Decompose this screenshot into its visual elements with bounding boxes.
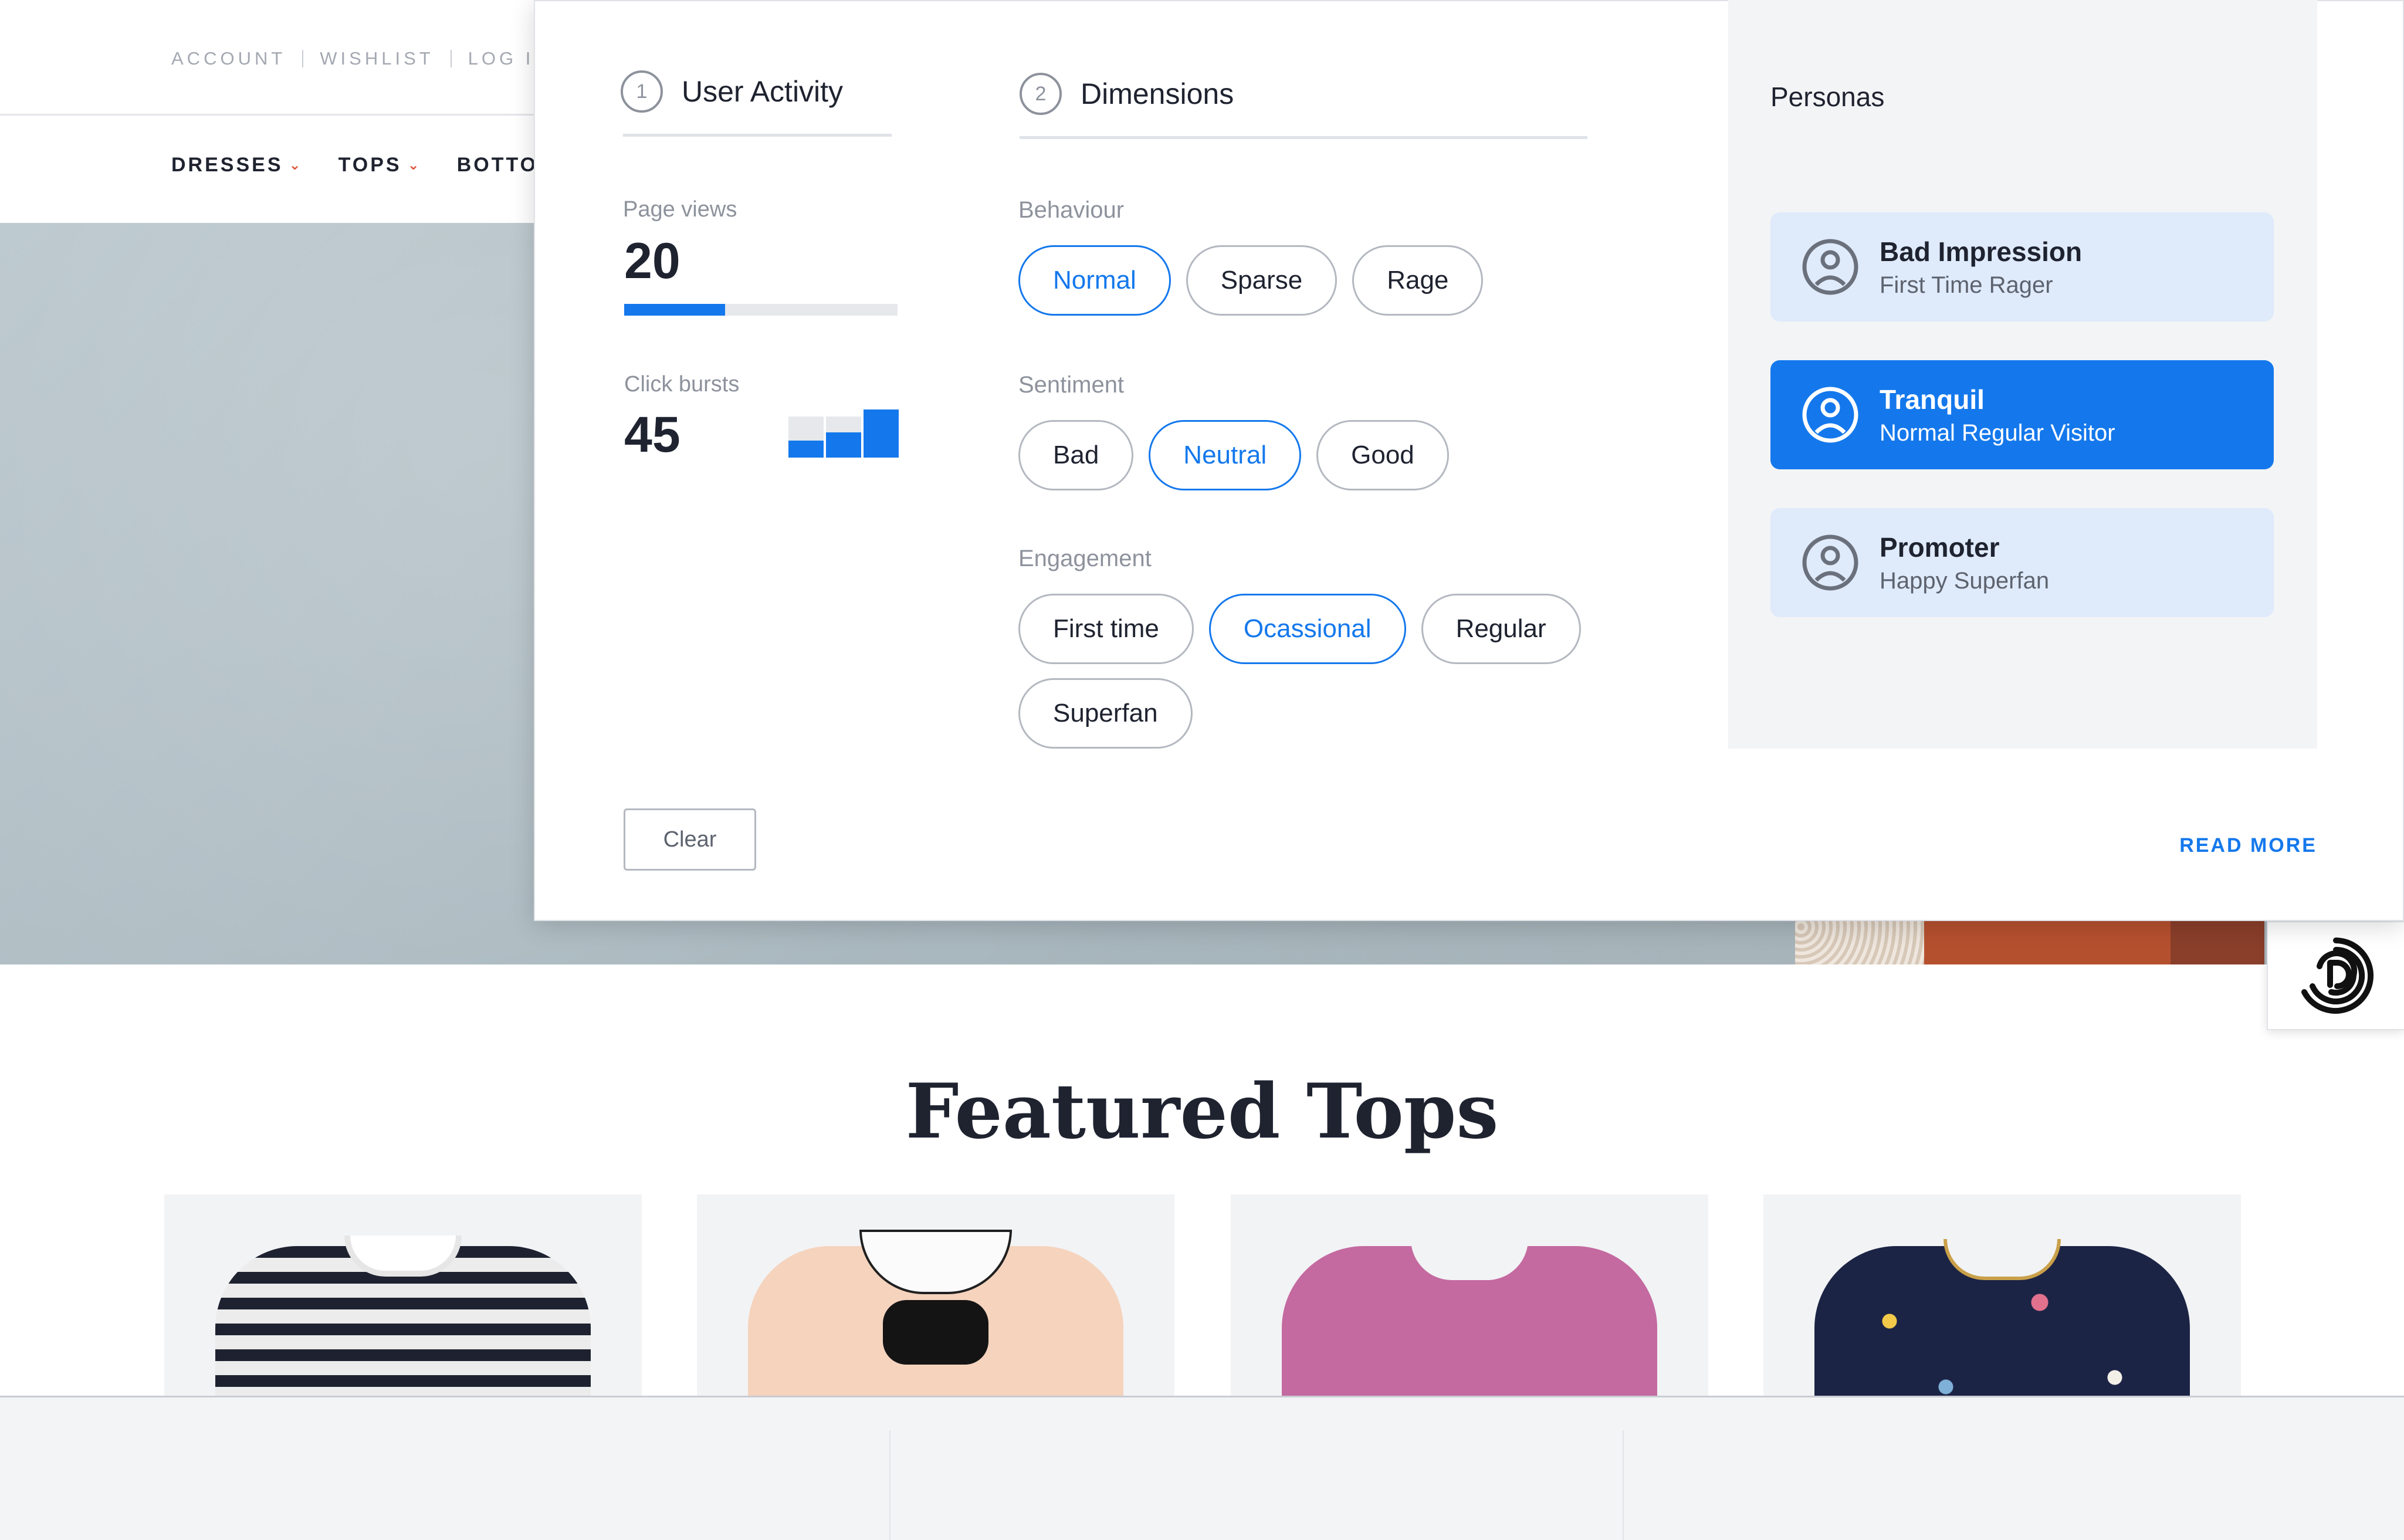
dimensions-header: 2 Dimensions: [1020, 73, 1234, 115]
page-views-label: Page views: [623, 197, 737, 222]
click-bursts-label: Click bursts: [624, 372, 740, 397]
option-chip-bad[interactable]: Bad: [1018, 420, 1134, 490]
clear-button[interactable]: Clear: [624, 808, 756, 871]
option-chip-neutral[interactable]: Neutral: [1149, 420, 1302, 490]
section-divider: [1020, 136, 1587, 139]
option-chip-regular[interactable]: Regular: [1421, 594, 1581, 664]
product-card-blouse[interactable]: [697, 1194, 1174, 1397]
persona-subtitle: Happy Superfan: [1880, 567, 2050, 594]
link-divider: [450, 50, 452, 67]
bottom-panel: [0, 1396, 2404, 1540]
option-chip-first-time[interactable]: First time: [1018, 594, 1194, 664]
persona-card[interactable]: Tranquil Normal Regular Visitor: [1770, 360, 2274, 469]
sentiment-label: Sentiment: [1018, 372, 1125, 398]
hero-skirt-shadow: [2171, 921, 2264, 964]
click-burst-bar: [826, 417, 861, 458]
persona-subtitle: First Time Rager: [1880, 272, 2053, 298]
persona-name: Tranquil: [1880, 384, 1985, 415]
click-burst-bar-fill: [826, 432, 861, 458]
nav-item-label: DRESSES: [171, 154, 283, 176]
option-chip-rage[interactable]: Rage: [1352, 245, 1484, 316]
chevron-down-icon: ⌄: [407, 157, 422, 173]
product-card-sweater[interactable]: [1231, 1194, 1708, 1397]
featured-title: Featured Tops: [905, 1068, 1499, 1156]
link-divider: [302, 50, 304, 67]
user-circle-icon: [1802, 534, 1858, 591]
persona-text: Bad Impression First Time Rager: [1880, 236, 2082, 299]
behaviour-options: Normal Sparse Rage: [1018, 245, 1675, 330]
option-chip-sparse[interactable]: Sparse: [1186, 245, 1338, 316]
bottom-divider: [889, 1430, 891, 1540]
persona-card[interactable]: Promoter Happy Superfan: [1770, 508, 2274, 617]
bottom-divider: [1623, 1430, 1624, 1540]
nav-item-dresses[interactable]: DRESSES ⌄: [171, 154, 303, 177]
persona-text: Tranquil Normal Regular Visitor: [1880, 384, 2115, 446]
step-number: 2: [1020, 73, 1062, 115]
fingerprint-logo-icon: [2301, 937, 2374, 1014]
click-bursts-meter: [788, 409, 901, 458]
persona-subtitle: Normal Regular Visitor: [1880, 419, 2115, 446]
option-chip-normal[interactable]: Normal: [1018, 245, 1171, 316]
blouse-bow: [883, 1300, 988, 1365]
engagement-label: Engagement: [1018, 546, 1152, 571]
section-title: User Activity: [682, 75, 844, 108]
behaviour-label: Behaviour: [1018, 197, 1125, 223]
persona-card[interactable]: Bad Impression First Time Rager: [1770, 212, 2274, 321]
user-activity-header: 1 User Activity: [621, 70, 843, 113]
product-card-floral-top[interactable]: [1763, 1194, 2241, 1397]
read-more-link[interactable]: READ MORE: [2171, 834, 2317, 857]
click-burst-bar-fill: [864, 409, 899, 458]
page-views-progress-fill: [624, 304, 726, 316]
engagement-options: First time Ocassional Regular Superfan: [1018, 594, 1675, 763]
option-chip-superfan[interactable]: Superfan: [1018, 678, 1193, 749]
product-card-striped-top[interactable]: [164, 1194, 642, 1397]
persona-name: Bad Impression: [1880, 236, 2083, 267]
page-views-value: 20: [624, 233, 680, 289]
click-burst-bar: [788, 417, 824, 458]
account-links: ACCOUNT WISHLIST LOG IN: [171, 48, 551, 69]
page-views-progress: [624, 304, 898, 316]
persona-widget-launcher[interactable]: [2267, 921, 2404, 1030]
wishlist-link[interactable]: WISHLIST: [320, 48, 434, 69]
click-burst-bar: [864, 409, 899, 458]
chevron-down-icon: ⌄: [289, 157, 303, 173]
personas-title: Personas: [1770, 82, 1885, 112]
option-chip-good[interactable]: Good: [1316, 420, 1449, 490]
step-number: 1: [621, 70, 663, 113]
persona-text: Promoter Happy Superfan: [1880, 532, 2049, 594]
nav-item-label: TOPS: [338, 154, 402, 176]
sentiment-options: Bad Neutral Good: [1018, 420, 1675, 505]
option-chip-ocassional[interactable]: Ocassional: [1208, 594, 1406, 664]
persona-name: Promoter: [1880, 532, 2000, 563]
account-link[interactable]: ACCOUNT: [171, 48, 286, 69]
user-circle-icon: [1802, 387, 1858, 443]
section-title: Dimensions: [1081, 77, 1234, 110]
click-bursts-value: 45: [624, 407, 680, 463]
section-divider: [623, 134, 892, 137]
click-burst-bar-fill: [788, 440, 824, 458]
user-circle-icon: [1802, 239, 1858, 295]
nav-item-tops[interactable]: TOPS ⌄: [338, 154, 422, 177]
